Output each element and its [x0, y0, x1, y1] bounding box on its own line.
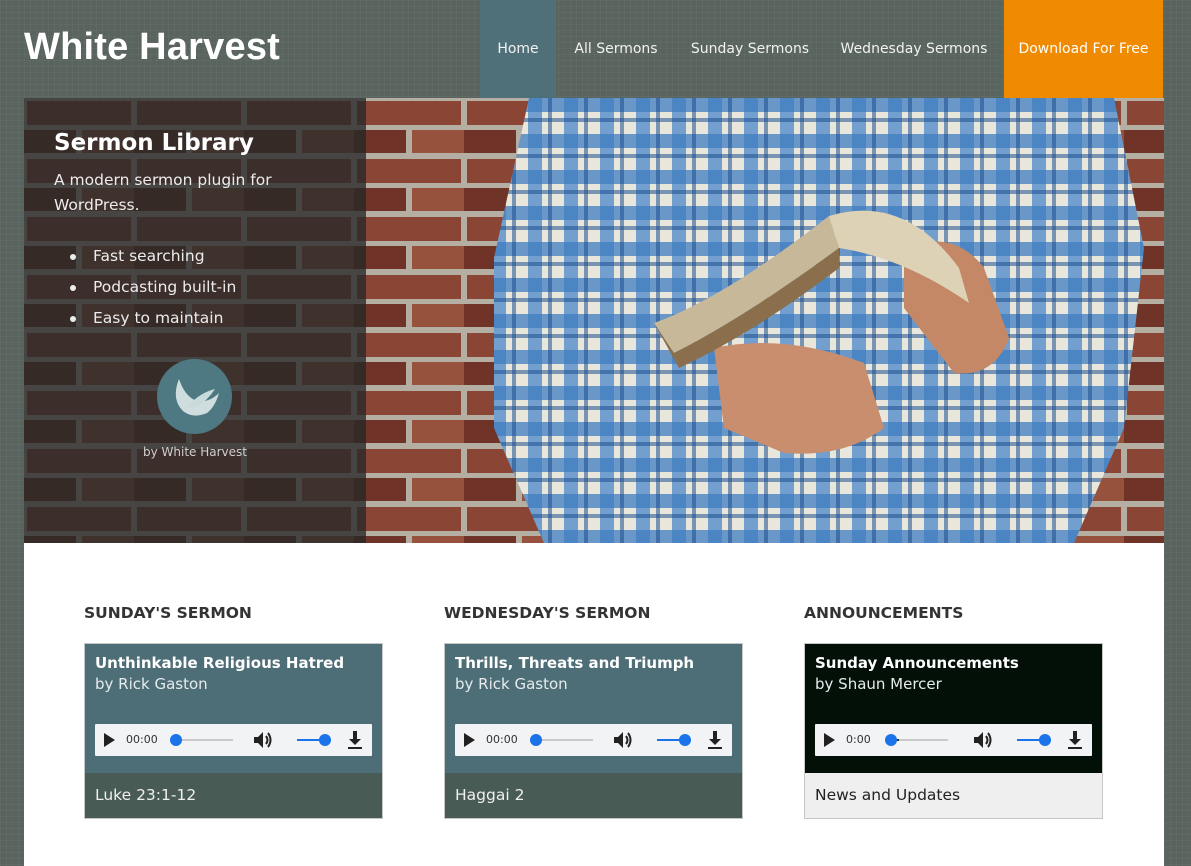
card-footer: News and Updates [805, 773, 1102, 818]
volume-slider[interactable] [297, 734, 331, 746]
site-title[interactable]: White Harvest [24, 26, 280, 69]
card-header: Unthinkable Religious Hatred by Rick Gas… [85, 644, 382, 773]
card-header: Sunday Announcements by Shaun Mercer 0:0… [805, 644, 1102, 773]
sermon-author: by Rick Gaston [455, 675, 568, 693]
audio-player: 00:00 [455, 724, 732, 756]
audio-player: 0:00 [815, 724, 1092, 756]
card-header: Thrills, Threats and Triumph by Rick Gas… [445, 644, 742, 773]
play-icon[interactable] [824, 733, 835, 747]
download-icon[interactable] [346, 730, 364, 750]
announcement-category: News and Updates [815, 786, 961, 804]
logo-caption: by White Harvest [143, 445, 247, 459]
volume-icon[interactable] [252, 730, 274, 750]
seek-slider[interactable] [170, 734, 233, 746]
hero-banner: Sermon Library A modern sermon plugin fo… [24, 98, 1164, 543]
scripture-reference: Haggai 2 [455, 786, 525, 804]
time-display: 00:00 [486, 733, 518, 746]
download-button[interactable]: Download For Free [1004, 0, 1163, 98]
feature-item: Fast searching [70, 241, 236, 272]
card-footer: Haggai 2 [445, 773, 742, 818]
announcement-card: Sunday Announcements by Shaun Mercer 0:0… [804, 643, 1103, 819]
nav-item-home[interactable]: Home [480, 0, 556, 98]
hero-title: Sermon Library [54, 130, 254, 156]
sermon-author: by Rick Gaston [95, 675, 208, 693]
main-nav: Home All Sermons Sunday Sermons Wednesda… [480, 0, 1163, 98]
scripture-reference: Luke 23:1-12 [95, 786, 197, 804]
seek-slider[interactable] [885, 734, 948, 746]
sermon-card: Thrills, Threats and Triumph by Rick Gas… [444, 643, 743, 819]
nav-item-all-sermons[interactable]: All Sermons [556, 0, 676, 98]
seek-slider[interactable] [530, 734, 593, 746]
volume-icon[interactable] [612, 730, 634, 750]
card-footer: Luke 23:1-12 [85, 773, 382, 818]
section-heading: WEDNESDAY'S SERMON [444, 604, 651, 622]
feature-item: Podcasting built-in [70, 272, 236, 303]
sermon-card: Unthinkable Religious Hatred by Rick Gas… [84, 643, 383, 819]
hero-description: A modern sermon plugin for WordPress. [54, 171, 272, 214]
volume-slider[interactable] [657, 734, 691, 746]
sermon-title[interactable]: Thrills, Threats and Triumph [455, 654, 694, 672]
audio-player: 00:00 [95, 724, 372, 756]
time-display: 0:00 [846, 733, 871, 746]
feature-list: Fast searching Podcasting built-in Easy … [70, 241, 236, 334]
hero-info-panel: Sermon Library A modern sermon plugin fo… [24, 98, 366, 543]
time-display: 00:00 [126, 733, 158, 746]
section-heading: ANNOUNCEMENTS [804, 604, 964, 622]
announcement-title[interactable]: Sunday Announcements [815, 654, 1019, 672]
download-icon[interactable] [1066, 730, 1084, 750]
sermon-title[interactable]: Unthinkable Religious Hatred [95, 654, 344, 672]
announcement-author: by Shaun Mercer [815, 675, 942, 693]
white-harvest-logo-icon[interactable] [157, 359, 232, 434]
volume-slider[interactable] [1017, 734, 1051, 746]
sermon-section: SUNDAY'S SERMON Unthinkable Religious Ha… [24, 543, 1164, 866]
play-icon[interactable] [464, 733, 475, 747]
nav-item-sunday-sermons[interactable]: Sunday Sermons [676, 0, 824, 98]
section-heading: SUNDAY'S SERMON [84, 604, 252, 622]
volume-icon[interactable] [972, 730, 994, 750]
play-icon[interactable] [104, 733, 115, 747]
download-icon[interactable] [706, 730, 724, 750]
feature-item: Easy to maintain [70, 303, 236, 334]
nav-item-wednesday-sermons[interactable]: Wednesday Sermons [824, 0, 1004, 98]
